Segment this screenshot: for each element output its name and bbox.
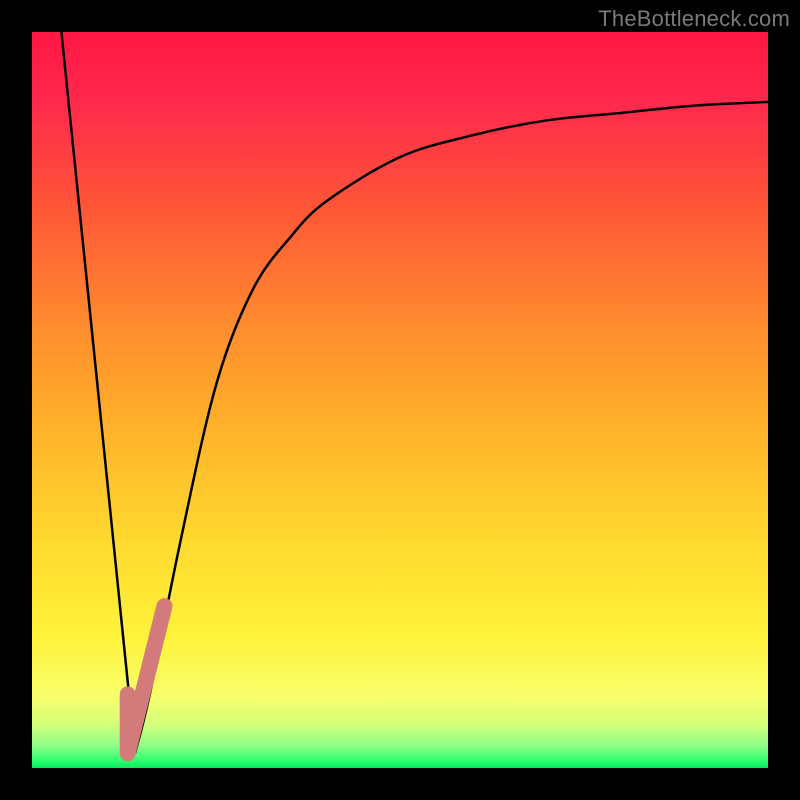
watermark-text: TheBottleneck.com <box>598 6 790 32</box>
curve-svg <box>32 32 768 768</box>
chart-frame: TheBottleneck.com <box>0 0 800 800</box>
left-branch-line <box>61 32 135 753</box>
tick-mark-line <box>128 606 165 753</box>
plot-area <box>32 32 768 768</box>
right-branch-line <box>135 102 768 753</box>
